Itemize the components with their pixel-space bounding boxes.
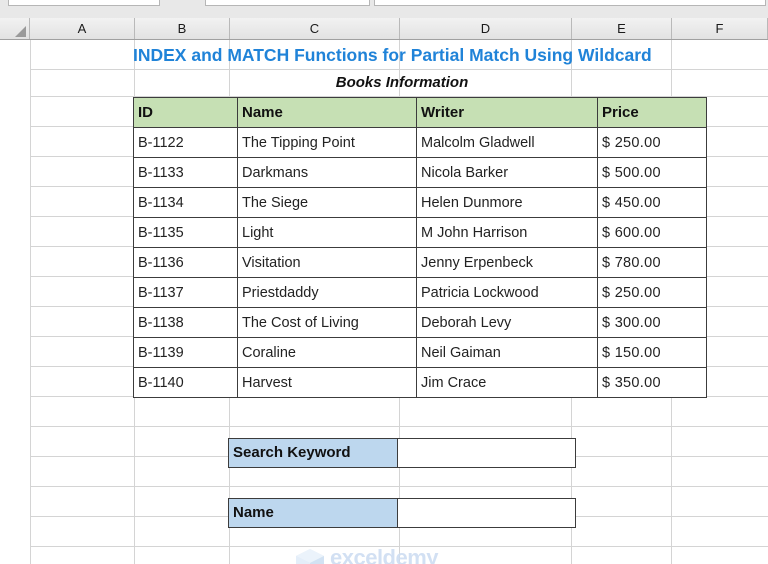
table-row[interactable]: B-1139 Coraline Neil Gaiman $ 150.00	[133, 337, 707, 368]
search-keyword-label: Search Keyword	[228, 438, 398, 468]
formula-bar-background	[0, 7, 768, 18]
exceldemy-watermark: exceldemy EXCEL - DATA - BI	[286, 545, 476, 564]
cell-id[interactable]: B-1122	[133, 127, 238, 158]
column-header-f[interactable]: F	[672, 18, 768, 39]
formula-bar-strip	[0, 0, 768, 18]
cell-id[interactable]: B-1135	[133, 217, 238, 248]
cell-id[interactable]: B-1137	[133, 277, 238, 308]
cell-name[interactable]: Light	[237, 217, 417, 248]
column-header-d[interactable]: D	[400, 18, 572, 39]
table-row[interactable]: B-1140 Harvest Jim Crace $ 350.00	[133, 367, 707, 398]
cell-name[interactable]: Harvest	[237, 367, 417, 398]
column-header-a-label: A	[77, 21, 87, 36]
cell-price[interactable]: $ 450.00	[597, 187, 707, 218]
cell-name[interactable]: Coraline	[237, 337, 417, 368]
table-header-row: ID Name Writer Price	[133, 97, 707, 128]
result-name-row: Name	[228, 498, 576, 528]
cell-writer[interactable]: Neil Gaiman	[416, 337, 598, 368]
cell-id[interactable]: B-1139	[133, 337, 238, 368]
cell-name[interactable]: Visitation	[237, 247, 417, 278]
column-header-b-label: B	[177, 21, 187, 36]
books-table: ID Name Writer Price B-1122 The Tipping …	[133, 97, 707, 398]
cell-writer[interactable]: Malcolm Gladwell	[416, 127, 598, 158]
column-header-c[interactable]: C	[230, 18, 400, 39]
cell-name[interactable]: The Cost of Living	[237, 307, 417, 338]
cell-price[interactable]: $ 300.00	[597, 307, 707, 338]
cell-price[interactable]: $ 500.00	[597, 157, 707, 188]
cell-writer[interactable]: Jim Crace	[416, 367, 598, 398]
column-header-b[interactable]: B	[135, 18, 230, 39]
table-row[interactable]: B-1138 The Cost of Living Deborah Levy $…	[133, 307, 707, 338]
cell-writer[interactable]: Deborah Levy	[416, 307, 598, 338]
cell-price[interactable]: $ 250.00	[597, 277, 707, 308]
cell-name[interactable]: The Tipping Point	[237, 127, 417, 158]
cell-price[interactable]: $ 780.00	[597, 247, 707, 278]
column-header-c-label: C	[309, 21, 320, 36]
cell-name[interactable]: Priestdaddy	[237, 277, 417, 308]
result-name-label: Name	[228, 498, 398, 528]
column-header-f-label: F	[715, 21, 724, 36]
cell-writer[interactable]: Patricia Lockwood	[416, 277, 598, 308]
cell-id[interactable]: B-1134	[133, 187, 238, 218]
cell-writer[interactable]: Helen Dunmore	[416, 187, 598, 218]
result-name-output[interactable]	[398, 498, 576, 528]
table-subtitle: Books Information	[335, 74, 469, 91]
cell-writer[interactable]: Jenny Erpenbeck	[416, 247, 598, 278]
table-row[interactable]: B-1122 The Tipping Point Malcolm Gladwel…	[133, 127, 707, 158]
column-header-writer: Writer	[416, 97, 598, 128]
watermark-brand: exceldemy	[330, 545, 439, 564]
cell-name[interactable]: The Siege	[237, 187, 417, 218]
cell-id[interactable]: B-1138	[133, 307, 238, 338]
select-all-corner[interactable]	[0, 18, 30, 39]
name-box[interactable]	[8, 0, 160, 6]
formula-bar-input[interactable]	[374, 0, 766, 6]
cell-price[interactable]: $ 150.00	[597, 337, 707, 368]
table-row[interactable]: B-1136 Visitation Jenny Erpenbeck $ 780.…	[133, 247, 707, 278]
cell-price[interactable]: $ 600.00	[597, 217, 707, 248]
column-header-d-label: D	[480, 21, 491, 36]
column-header-name: Name	[237, 97, 417, 128]
cell-writer[interactable]: Nicola Barker	[416, 157, 598, 188]
page-title: INDEX and MATCH Functions for Partial Ma…	[133, 45, 652, 65]
column-header-a[interactable]: A	[30, 18, 135, 39]
cell-id[interactable]: B-1140	[133, 367, 238, 398]
toolbar-input-box[interactable]	[205, 0, 370, 6]
worksheet-grid[interactable]: INDEX and MATCH Functions for Partial Ma…	[0, 40, 768, 564]
cell-id[interactable]: B-1133	[133, 157, 238, 188]
cell-price[interactable]: $ 350.00	[597, 367, 707, 398]
table-row[interactable]: B-1134 The Siege Helen Dunmore $ 450.00	[133, 187, 707, 218]
column-header-id: ID	[133, 97, 238, 128]
search-keyword-row: Search Keyword	[228, 438, 576, 468]
cell-name[interactable]: Darkmans	[237, 157, 417, 188]
cell-writer[interactable]: M John Harrison	[416, 217, 598, 248]
column-header-e[interactable]: E	[572, 18, 672, 39]
column-header-bar: A B C D E F	[0, 18, 768, 40]
table-row[interactable]: B-1135 Light M John Harrison $ 600.00	[133, 217, 707, 248]
column-header-price: Price	[597, 97, 707, 128]
select-all-triangle-icon	[15, 26, 26, 37]
column-header-e-label: E	[617, 21, 626, 36]
table-row[interactable]: B-1137 Priestdaddy Patricia Lockwood $ 2…	[133, 277, 707, 308]
table-row[interactable]: B-1133 Darkmans Nicola Barker $ 500.00	[133, 157, 707, 188]
exceldemy-logo-icon	[296, 549, 324, 564]
cell-id[interactable]: B-1136	[133, 247, 238, 278]
cell-price[interactable]: $ 250.00	[597, 127, 707, 158]
gridline-v	[30, 40, 31, 564]
search-keyword-input[interactable]	[398, 438, 576, 468]
